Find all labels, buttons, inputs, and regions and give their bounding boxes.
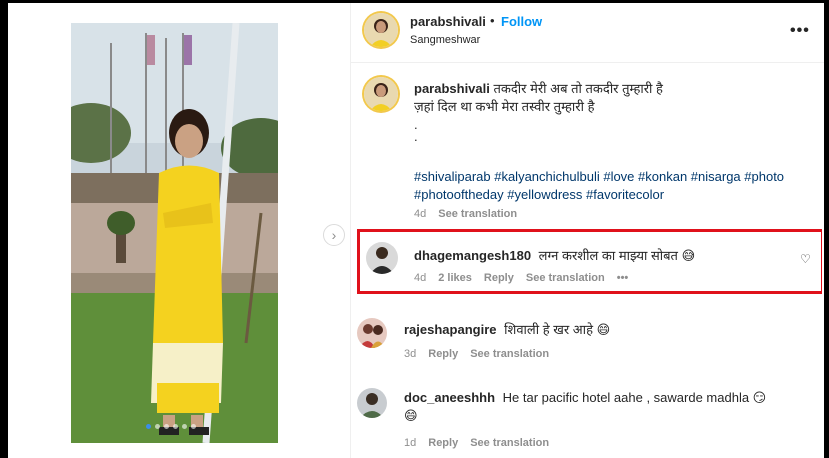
comment-text: He tar pacific hotel aahe , sawarde madh…	[502, 390, 767, 405]
comment-time: 1d	[404, 437, 417, 449]
pane-divider	[350, 3, 351, 458]
comment-3-meta: 1d Reply See translation	[404, 437, 549, 449]
more-icon[interactable]: •••	[617, 272, 629, 284]
follow-button[interactable]: Follow	[501, 14, 542, 29]
carousel-dot	[182, 424, 187, 429]
comment-3: doc_aneeshhh He tar pacific hotel aahe ,…	[404, 390, 766, 406]
comment-1-meta: 4d 2 likes Reply See translation •••	[414, 272, 628, 284]
caption-meta: 4d See translation	[414, 208, 517, 220]
comment-2-meta: 3d Reply See translation	[404, 348, 549, 360]
comment-username[interactable]: doc_aneeshhh	[404, 390, 495, 405]
carousel-dot	[173, 424, 178, 429]
see-translation-button[interactable]: See translation	[526, 272, 605, 284]
comment-username[interactable]: rajeshapangire	[404, 322, 497, 337]
carousel-dot	[191, 424, 196, 429]
comment-time: 4d	[414, 272, 427, 284]
reply-button[interactable]: Reply	[484, 272, 514, 284]
comment-2: rajeshapangire शिवाली हे खर आहे 😄	[404, 320, 610, 338]
media-pane: ›	[8, 3, 350, 458]
comment-username[interactable]: dhagemangesh180	[414, 248, 531, 263]
backdrop-right	[824, 0, 829, 458]
backdrop-left	[0, 0, 8, 458]
comment-text: शिवाली हे खर आहे 😄	[504, 322, 611, 337]
next-image-button[interactable]: ›	[323, 224, 345, 246]
heart-icon[interactable]: ♡	[800, 252, 811, 266]
caption-line-1: parabshivali तकदीर मेरी अब तो तकदीर तुम्…	[414, 80, 663, 97]
post-photo[interactable]	[71, 23, 278, 443]
see-translation-button[interactable]: See translation	[470, 348, 549, 360]
caption-username[interactable]: parabshivali	[414, 81, 490, 96]
header-separator: •	[490, 13, 495, 28]
commenter-avatar[interactable]	[357, 318, 387, 348]
see-translation-button[interactable]: See translation	[470, 437, 549, 449]
comment-3-emoji: 😄	[404, 408, 418, 423]
caption-avatar[interactable]	[364, 77, 398, 111]
carousel-dot	[164, 424, 169, 429]
author-username[interactable]: parabshivali	[410, 14, 486, 29]
post-location[interactable]: Sangmeshwar	[410, 34, 480, 46]
more-options-icon[interactable]: •••	[790, 22, 810, 40]
caption-text-2: ज़हां दिल था कभी मेरा तस्वीर तुम्हारी है	[414, 99, 595, 114]
comments-scrollbar[interactable]	[822, 67, 824, 447]
author-avatar[interactable]	[364, 13, 398, 47]
comment-text: लग्न करशील का माझ्या सोबत 😅	[538, 248, 696, 263]
header-divider	[351, 62, 824, 63]
commenter-avatar[interactable]	[366, 242, 398, 274]
caption-hashtags-2[interactable]: #photooftheday #yellowdress #favoritecol…	[414, 186, 664, 203]
caption-hashtags-1[interactable]: #shivaliparab #kalyanchichulbuli #love #…	[414, 168, 784, 185]
chevron-right-icon: ›	[331, 227, 337, 243]
commenter-avatar[interactable]	[357, 388, 387, 418]
caption-see-translation[interactable]: See translation	[438, 208, 517, 220]
reply-button[interactable]: Reply	[428, 437, 458, 449]
caption-dot-2: .	[414, 129, 418, 144]
carousel-dot	[146, 424, 151, 429]
comment-likes[interactable]: 2 likes	[438, 272, 472, 284]
caption-time: 4d	[414, 208, 427, 220]
comment-1: dhagemangesh180 लग्न करशील का माझ्या सोब…	[414, 246, 695, 264]
caption-text-1: तकदीर मेरी अब तो तकदीर तुम्हारी है	[493, 81, 663, 96]
carousel-dots	[146, 424, 196, 429]
reply-button[interactable]: Reply	[428, 348, 458, 360]
carousel-dot	[155, 424, 160, 429]
comment-time: 3d	[404, 348, 417, 360]
